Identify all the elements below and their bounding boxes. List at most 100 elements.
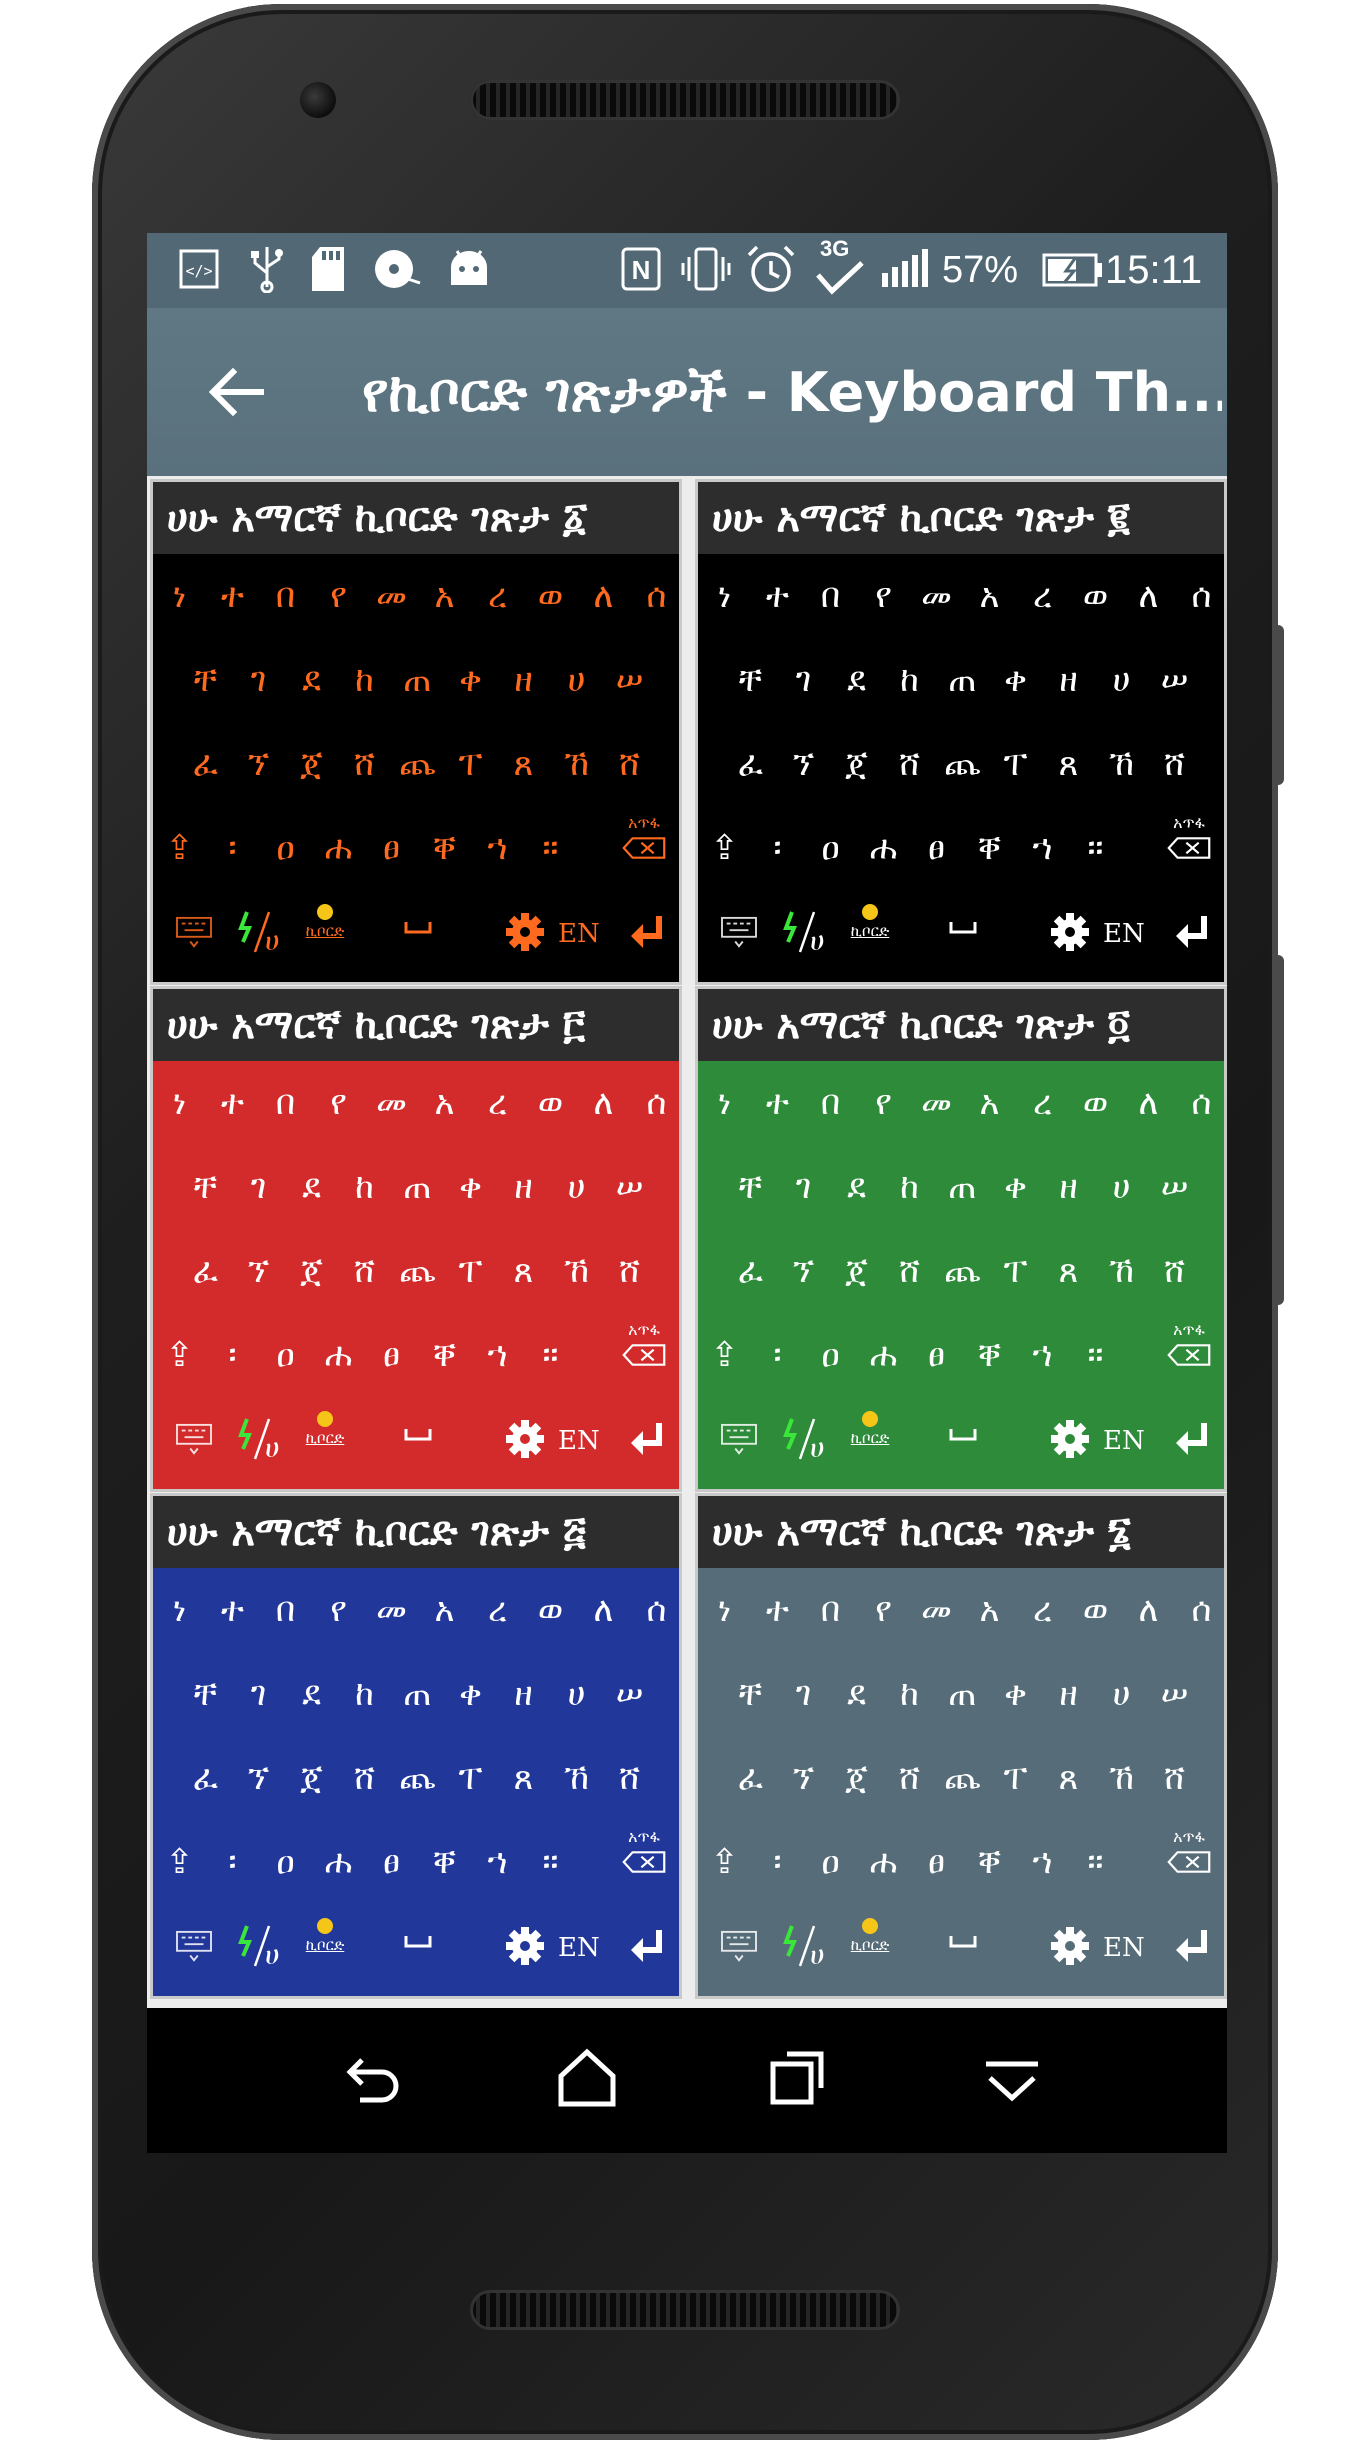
key: መ [376, 1083, 407, 1123]
key: ፐ [458, 1251, 483, 1291]
key: ፡ [228, 1335, 237, 1375]
key: ቐ [432, 1842, 457, 1882]
delete-label: አጥፋ [1173, 813, 1205, 832]
fraction-label: ሀ [265, 1431, 280, 1464]
key: ኀ [487, 1842, 508, 1882]
backspace-icon [1167, 837, 1211, 859]
key: ረ [1032, 1590, 1053, 1630]
key: ሀ [1112, 660, 1131, 700]
key: ጸ [1058, 1758, 1079, 1798]
key: ደ [302, 1167, 321, 1207]
key: ፐ [1003, 1251, 1028, 1291]
key: ገ [250, 1167, 267, 1207]
key: ⇪ [710, 1842, 739, 1882]
key-row-3: ፈኘጀሸጨፐጸኸሸ [698, 722, 1224, 806]
back-arrow-icon[interactable] [197, 352, 277, 432]
key: ፐ [1003, 744, 1028, 784]
key: ዐ [821, 828, 840, 868]
svg-text:N: N [632, 255, 651, 285]
home-nav-icon[interactable] [547, 2038, 627, 2118]
key-row-bottom: ሀ ኪቦርድ EN [698, 1904, 1224, 1992]
key: በ [820, 1590, 841, 1630]
key: ጀ [845, 744, 868, 784]
key: ኘ [247, 744, 270, 784]
key: ኸ [563, 1758, 590, 1798]
recents-nav-icon[interactable] [757, 2038, 837, 2118]
keyboard-icon [176, 916, 212, 948]
emoji-keyboard-key: ኪቦርድ [844, 1912, 896, 1982]
key: ቀ [1004, 1674, 1027, 1714]
key: ጨ [944, 744, 981, 784]
key: ሠ [615, 1167, 644, 1207]
keyboard-preview: ነ ተ በ የ መ አ ረ ወ ለ ሰ ቸ ገ ደ ከ ጠ ቀ ዘ ሀ ሠ ፈ ኘ ጀ ሸ ጨ ፐ ጸ ኸ ሸ ⇪ ፡ ዐ ሐ ፀ ቐ ኀ ። አጥፋ ሀ… [698, 554, 1224, 982]
keyboard-icon [721, 916, 757, 948]
theme-title: ሀሁ አማርኛ ኪቦርድ ገጽታ ፮ [698, 1496, 1224, 1568]
backspace-icon [622, 1344, 666, 1366]
key: ፈ [192, 1758, 219, 1798]
key: ወ [537, 576, 564, 616]
key: በ [820, 576, 841, 616]
key: ዘ [1059, 1674, 1078, 1714]
key: ፈ [737, 1758, 764, 1798]
key: የ [875, 1083, 892, 1123]
key-row-2: ቸገደከጠቀዘሀሠ [153, 638, 679, 722]
key: ፈ [192, 744, 219, 784]
key: ጨ [399, 1758, 436, 1798]
key: ከ [355, 1674, 374, 1714]
key: ነ [172, 1590, 187, 1630]
key: አ [979, 576, 1000, 616]
gear-icon [1051, 913, 1089, 951]
key-row-bottom: ሀ ኪቦርድ EN [698, 890, 1224, 978]
key: ጠ [948, 1167, 977, 1207]
key-row-3: ፈኘጀሸጨፐጸኸሸ [698, 1736, 1224, 1820]
key: ኸ [1108, 1251, 1135, 1291]
enter-icon [631, 916, 662, 948]
key: ቸ [738, 660, 763, 700]
key: ፐ [1003, 1758, 1028, 1798]
key: ፀ [928, 828, 945, 868]
clock: 15:11 [1105, 248, 1203, 292]
theme-card-3[interactable]: ሀሁ አማርኛ ኪቦርድ ገጽታ ፫ነተበየመአረወለሰቸገደከጠቀዘሀሠፈኘጀ… [150, 986, 682, 1492]
back-nav-icon[interactable] [332, 2038, 412, 2118]
key: ለ [1138, 576, 1159, 616]
key: ፡ [773, 828, 782, 868]
key: ጀ [845, 1251, 868, 1291]
key: ቀ [459, 1674, 482, 1714]
theme-card-2[interactable]: ሀሁ አማርኛ ኪቦርድ ገጽታ ፪ነተበየመአረወለሰቸገደከጠቀዘሀሠፈኘጀ… [695, 479, 1227, 985]
key: ጠ [948, 1674, 977, 1714]
key: ከ [900, 1167, 919, 1207]
spacebar-icon [404, 1936, 432, 1948]
alarm-icon [747, 245, 795, 292]
nfc-icon: N [621, 247, 661, 291]
key: ሸ [618, 1251, 641, 1291]
key-row-3: ፈኘጀሸጨፐጸኸሸ [698, 1229, 1224, 1313]
key: ኀ [487, 828, 508, 868]
key: ገ [250, 1674, 267, 1714]
emoji-keyboard-label: ኪቦርድ [305, 1429, 345, 1447]
key-row-1: ነተበየመአረወለሰ [698, 554, 1224, 638]
developer-icon: </> [179, 249, 219, 289]
key: ሸ [1163, 744, 1186, 784]
hide-keyboard-nav-icon[interactable] [972, 2038, 1052, 2118]
theme-card-4[interactable]: ሀሁ አማርኛ ኪቦርድ ገጽታ ፬ነተበየመአረወለሰቸገደከጠቀዘሀሠፈኘጀ… [695, 986, 1227, 1492]
key: ጸ [513, 1251, 534, 1291]
fraction-label: ሀ [810, 1431, 825, 1464]
key: ኸ [563, 1251, 590, 1291]
theme-card-6[interactable]: ሀሁ አማርኛ ኪቦርድ ገጽታ ፮ነተበየመአረወለሰቸገደከጠቀዘሀሠፈኘጀ… [695, 1493, 1227, 1999]
key: ሰ [646, 1590, 667, 1630]
key: ⇪ [165, 1335, 194, 1375]
gear-icon [1051, 1420, 1089, 1458]
power-button [1272, 625, 1284, 785]
key: ሠ [1160, 1167, 1189, 1207]
disc-icon [375, 250, 421, 288]
key: ከ [355, 1167, 374, 1207]
key-row-1: ነተበየመአረወለሰ [153, 1568, 679, 1652]
delete-key: አጥፋ [1154, 1319, 1224, 1391]
backspace-icon [622, 1851, 666, 1873]
theme-card-1[interactable]: ሀሁ አማርኛ ኪቦርድ ገጽታ ፩ነተበየመአረወለሰቸገደከጠቀዘሀሠፈኘጀ… [150, 479, 682, 985]
theme-card-5[interactable]: ሀሁ አማርኛ ኪቦርድ ገጽታ ፭ነተበየመአረወለሰቸገደከጠቀዘሀሠፈኘጀ… [150, 1493, 682, 1999]
key: ተ [221, 1590, 244, 1630]
key-row-4: ⇪ ፡ ዐ ሐ ፀ ቐ ኀ ። [153, 1313, 679, 1397]
key: ⇪ [165, 828, 194, 868]
screen: </> N 3G 57% 15:11 የኪቦርድ ገጽታዎች - Keyboar… [147, 233, 1227, 2153]
